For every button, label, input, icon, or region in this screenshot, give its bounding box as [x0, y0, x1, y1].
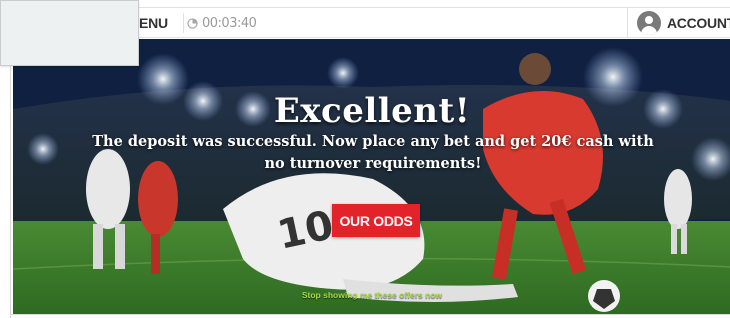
promo-banner: 10 Excellent! The deposit was successful… [13, 39, 730, 314]
menu-button[interactable]: ENU [139, 15, 168, 31]
dismiss-offers-link[interactable]: Stop showing me these offers now [13, 290, 730, 300]
account-label: ACCOUNT [667, 15, 730, 31]
promo-headline: Excellent! [273, 91, 471, 131]
overlay-panel [0, 0, 139, 66]
account-button[interactable]: ACCOUNT [637, 11, 730, 35]
our-odds-button[interactable]: OUR ODDS [332, 204, 420, 237]
session-timer: 00:03:40 [187, 16, 257, 31]
topbar-divider [183, 13, 184, 33]
timer-value: 00:03:40 [202, 16, 257, 31]
stadium-background: 10 [13, 39, 730, 314]
promo-message: The deposit was successful. Now place an… [92, 133, 654, 172]
user-avatar-icon [637, 11, 661, 35]
account-divider [627, 8, 628, 38]
bottom-divider [11, 314, 730, 315]
clock-icon [187, 18, 198, 29]
